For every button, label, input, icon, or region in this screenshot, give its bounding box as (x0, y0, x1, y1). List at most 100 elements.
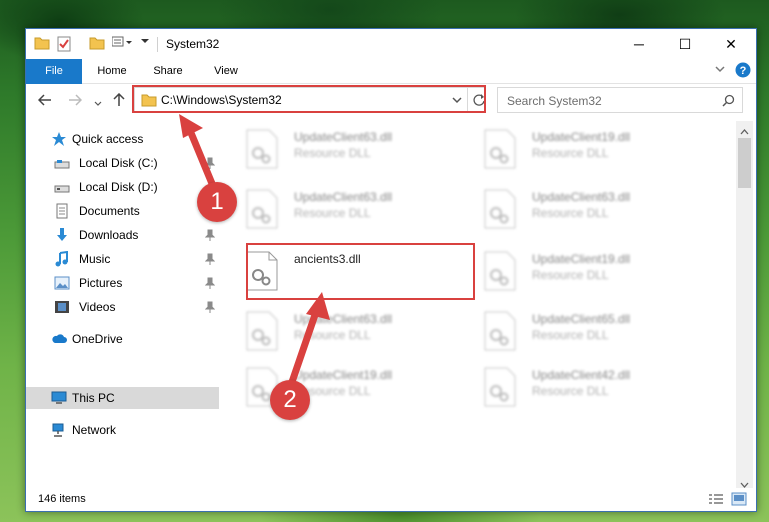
sidebar-item-label: Documents (79, 204, 140, 218)
music-icon (54, 250, 70, 267)
file-item[interactable]: UpdateClient19.dll Resource DLL (220, 361, 450, 416)
file-name: UpdateClient19.dll (294, 368, 393, 382)
navigation-bar: C:\Windows\System32 Search System32 (26, 84, 756, 118)
file-highlight-box (246, 243, 475, 300)
status-bar: 146 items (26, 489, 756, 511)
documents-icon (54, 203, 70, 219)
customize-quick-access-icon[interactable] (112, 36, 132, 48)
folder-icon[interactable] (34, 36, 50, 50)
file-type: Resource DLL (532, 206, 609, 220)
file-type: Resource DLL (532, 268, 609, 282)
title-bar: System32 ─ ☐ ✕ (26, 29, 756, 59)
search-icon[interactable] (722, 94, 735, 110)
drive-icon (54, 155, 70, 171)
help-icon[interactable]: ? (735, 62, 751, 81)
file-item[interactable]: UpdateClient63.dll Resource DLL (220, 123, 450, 178)
address-path: C:\Windows\System32 (161, 93, 282, 107)
properties-icon[interactable] (57, 36, 71, 52)
sidebar-item-local-disk-d[interactable]: Local Disk (D:) (26, 176, 219, 198)
pin-icon (204, 277, 216, 289)
tab-view[interactable]: View (204, 59, 248, 83)
file-item[interactable]: UpdateClient63.dll Resource DLL (220, 183, 450, 238)
dll-file-icon (484, 311, 516, 351)
search-input[interactable]: Search System32 (497, 87, 743, 113)
window-title: System32 (166, 37, 220, 51)
vertical-scrollbar[interactable] (736, 121, 753, 488)
recent-locations-icon[interactable] (94, 95, 102, 111)
expand-ribbon-icon[interactable] (714, 63, 726, 78)
file-item[interactable]: UpdateClient65.dll Resource DLL (458, 305, 688, 360)
cloud-icon (51, 331, 67, 347)
file-name: UpdateClient42.dll (532, 368, 631, 382)
file-type: Resource DLL (532, 384, 609, 398)
file-name: UpdateClient63.dll (294, 312, 393, 326)
ribbon: File Home Share View ? (26, 59, 756, 114)
sidebar-item-local-disk-c[interactable]: Local Disk (C:) (26, 152, 219, 174)
drive-icon (54, 179, 70, 195)
navigation-pane: Quick access Local Disk (C:) Local Disk … (26, 121, 219, 488)
large-icons-view-icon[interactable] (731, 492, 747, 509)
address-dropdown-icon[interactable] (451, 94, 463, 109)
sidebar-item-videos[interactable]: Videos (26, 296, 219, 318)
pin-icon (204, 157, 216, 169)
dll-file-icon (484, 367, 516, 407)
file-item[interactable]: UpdateClient42.dll Resource DLL (458, 361, 688, 416)
download-icon (54, 227, 70, 243)
step2-badge: 2 (270, 380, 310, 420)
file-type: Resource DLL (294, 328, 371, 342)
sidebar-item-label: Network (72, 423, 117, 437)
sidebar-item-label: Music (79, 252, 111, 266)
file-item[interactable]: UpdateClient19.dll Resource DLL (458, 245, 688, 300)
scroll-up-icon[interactable] (740, 124, 749, 138)
close-button[interactable]: ✕ (708, 29, 754, 59)
sidebar-item-label: Videos (79, 300, 116, 314)
sidebar-item-pictures[interactable]: Pictures (26, 272, 219, 294)
computer-icon (51, 390, 67, 406)
sidebar-item-label: Pictures (79, 276, 123, 290)
minimize-button[interactable]: ─ (616, 29, 662, 59)
dll-file-icon (484, 251, 516, 291)
file-item[interactable]: UpdateClient63.dll Resource DLL (458, 183, 688, 238)
chevron-down-icon[interactable] (140, 36, 150, 46)
dll-file-icon (246, 129, 278, 169)
refresh-icon[interactable] (472, 93, 486, 110)
file-explorer-window: System32 ─ ☐ ✕ File Home Share View ? C:… (25, 28, 757, 512)
scrollbar-thumb[interactable] (738, 138, 751, 188)
file-item[interactable]: UpdateClient63.dll Resource DLL (220, 305, 450, 360)
file-name: UpdateClient63.dll (294, 130, 393, 144)
videos-icon (54, 299, 70, 315)
sidebar-item-network[interactable]: Network (26, 419, 219, 441)
title-separator (157, 37, 158, 52)
sidebar-item-quick-access[interactable]: Quick access (26, 128, 219, 150)
sidebar-item-onedrive[interactable]: OneDrive (26, 328, 219, 350)
star-icon (51, 131, 67, 147)
pin-icon (204, 229, 216, 241)
sidebar-item-label: Local Disk (C:) (79, 156, 158, 170)
sidebar-item-music[interactable]: Music (26, 248, 219, 270)
file-type: Resource DLL (294, 146, 371, 160)
back-arrow-icon[interactable] (37, 93, 52, 110)
address-divider (467, 88, 468, 112)
tab-share[interactable]: Share (146, 59, 190, 83)
svg-text:?: ? (740, 65, 747, 77)
sidebar-item-label: Local Disk (D:) (79, 180, 158, 194)
file-name: UpdateClient63.dll (532, 190, 631, 204)
dll-file-icon (246, 189, 278, 229)
new-folder-icon[interactable] (89, 36, 105, 50)
maximize-button[interactable]: ☐ (662, 29, 708, 59)
dll-file-icon (246, 311, 278, 351)
sidebar-item-downloads[interactable]: Downloads (26, 224, 219, 246)
network-icon (51, 422, 67, 438)
details-view-icon[interactable] (708, 493, 724, 509)
file-item[interactable]: UpdateClient19.dll Resource DLL (458, 123, 688, 178)
address-bar[interactable]: C:\Windows\System32 (134, 87, 486, 113)
sidebar-item-this-pc[interactable]: This PC (26, 387, 219, 409)
file-type: Resource DLL (532, 146, 609, 160)
sidebar-item-documents[interactable]: Documents (26, 200, 219, 222)
forward-arrow-icon[interactable] (68, 93, 83, 110)
step1-badge: 1 (197, 182, 237, 222)
tab-home[interactable]: Home (90, 59, 134, 83)
up-arrow-icon[interactable] (112, 92, 126, 110)
file-name: UpdateClient19.dll (532, 252, 631, 266)
pin-icon (204, 301, 216, 313)
